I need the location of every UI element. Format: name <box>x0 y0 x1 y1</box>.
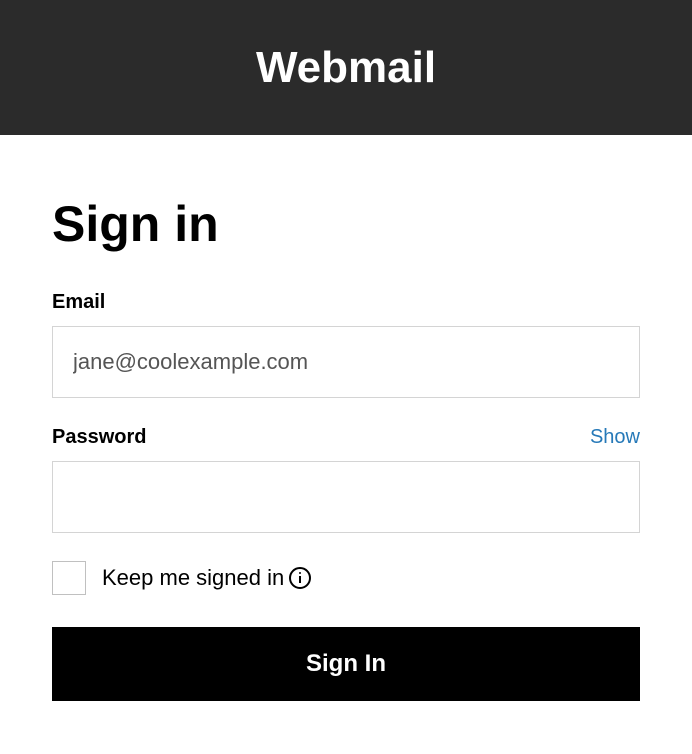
password-field-group: Password Show <box>52 426 640 533</box>
email-label: Email <box>52 291 640 314</box>
keep-signed-in-checkbox[interactable] <box>52 561 86 595</box>
email-field-group: Email <box>52 291 640 398</box>
email-field[interactable] <box>52 326 640 398</box>
password-label-row: Password Show <box>52 426 640 449</box>
password-field[interactable] <box>52 461 640 533</box>
keep-signed-in-label: Keep me signed in <box>102 565 312 591</box>
signin-button[interactable]: Sign In <box>52 627 640 701</box>
header-title: Webmail <box>256 43 436 93</box>
header: Webmail <box>0 0 692 135</box>
show-password-link[interactable]: Show <box>590 426 640 449</box>
keep-signed-in-row: Keep me signed in <box>52 561 640 595</box>
page-title: Sign in <box>52 195 640 253</box>
password-label: Password <box>52 426 146 449</box>
signin-form: Sign in Email Password Show Keep me sign… <box>0 135 692 701</box>
info-icon[interactable] <box>288 566 312 590</box>
